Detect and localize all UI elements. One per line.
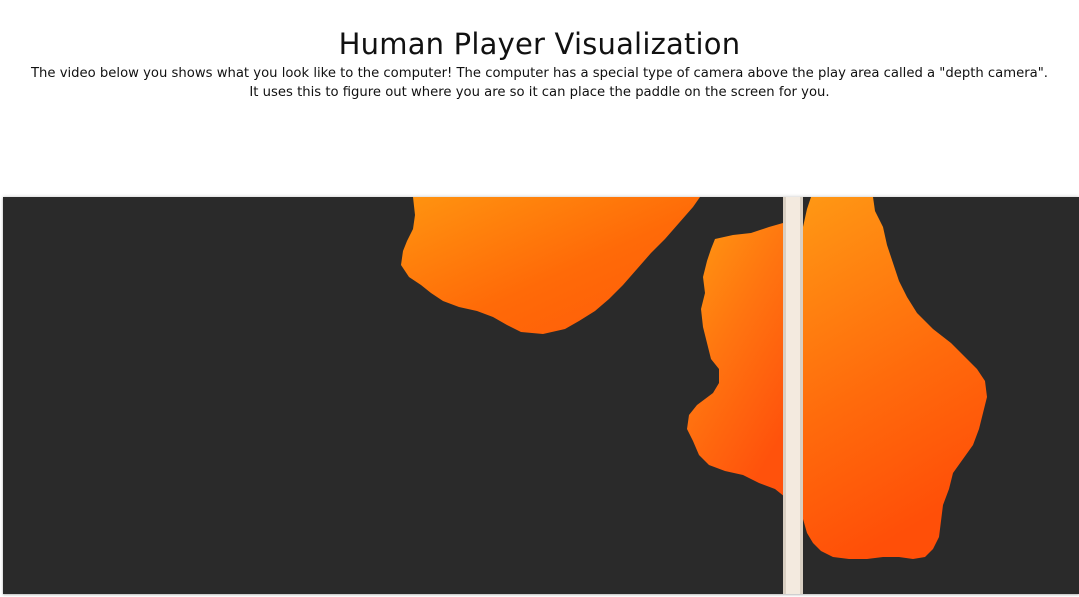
camera-seam-line	[785, 197, 801, 594]
camera-seam-shade-right	[800, 197, 803, 594]
page: Human Player Visualization The video bel…	[0, 0, 1079, 597]
description-line-2: It uses this to figure out where you are…	[249, 85, 830, 100]
depth-visualization	[3, 197, 1079, 594]
depth-camera-video[interactable]	[3, 197, 1079, 594]
description-line-1: The video below you shows what you look …	[31, 66, 1048, 81]
page-description: The video below you shows what you look …	[0, 64, 1079, 102]
camera-seam-shade	[783, 197, 786, 594]
page-title: Human Player Visualization	[338, 27, 741, 61]
